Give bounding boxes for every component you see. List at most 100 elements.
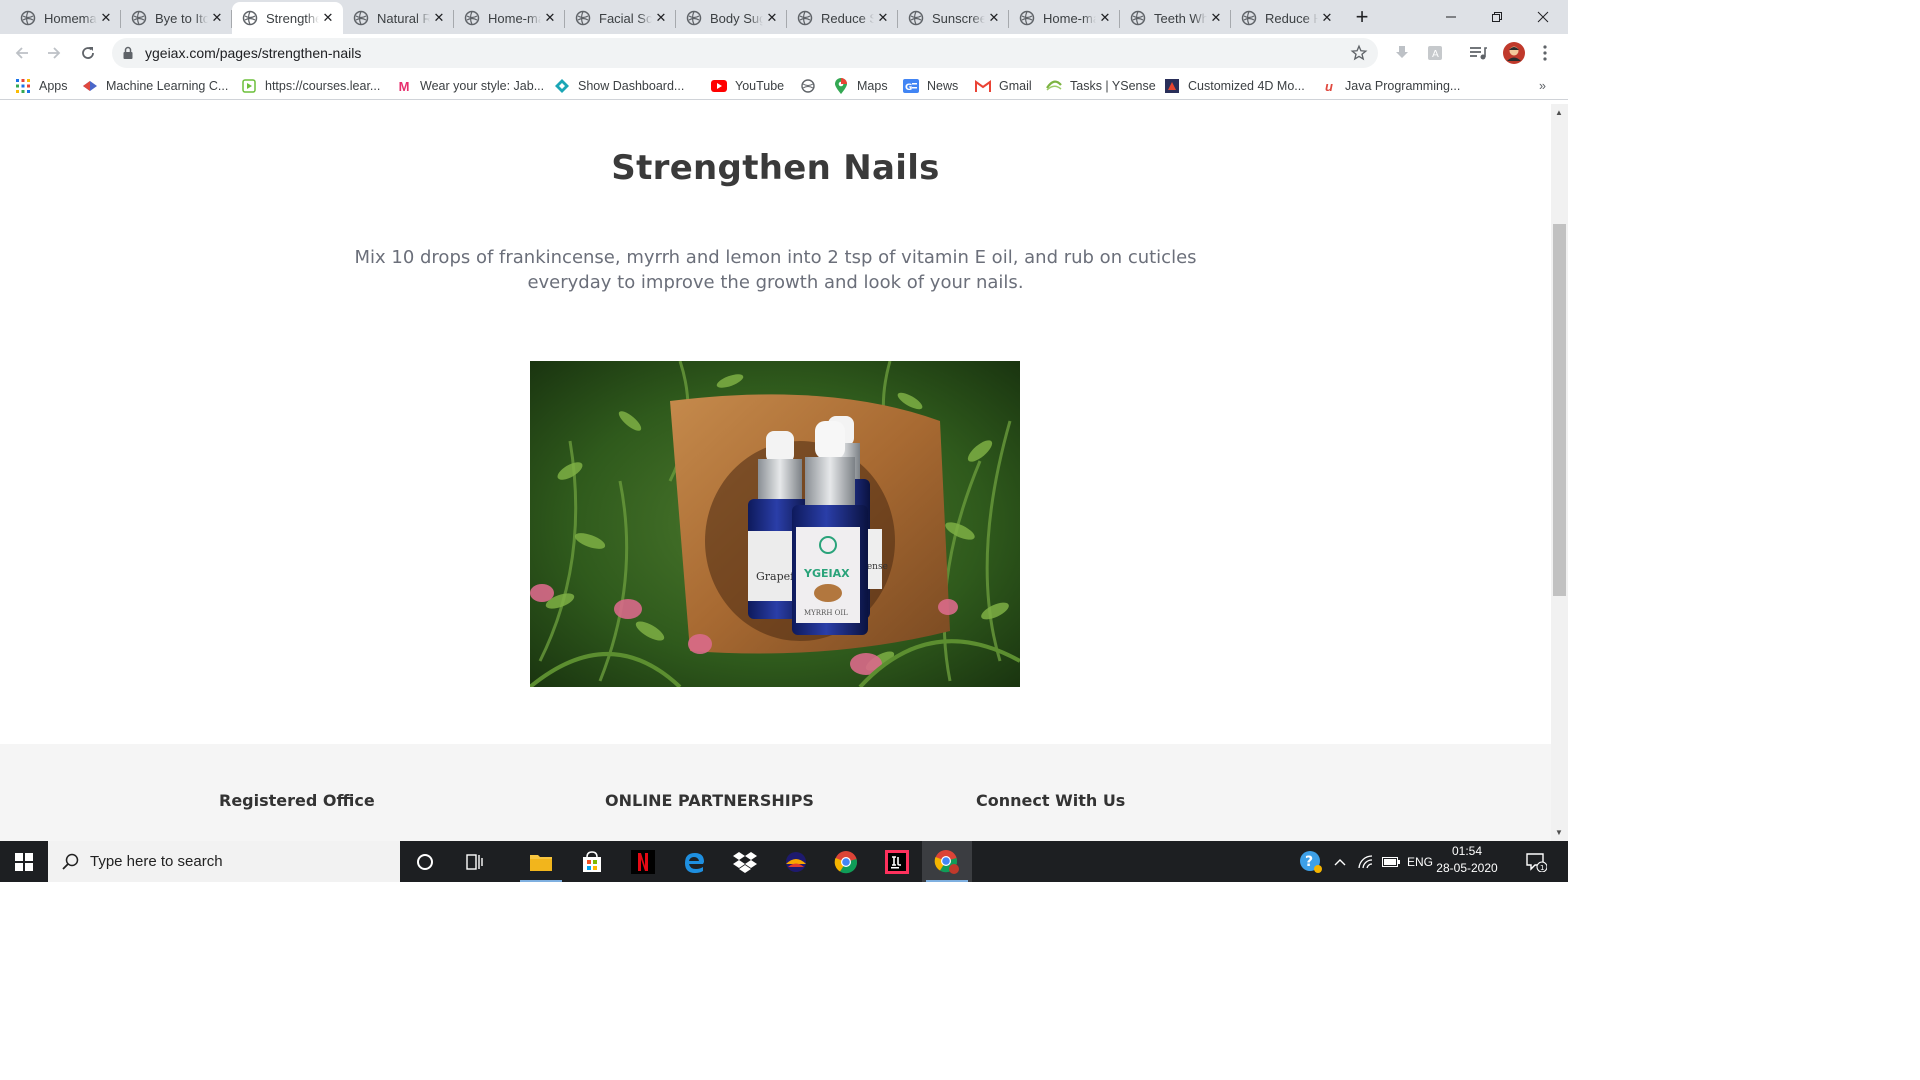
bookmark-youtube[interactable]: YouTube: [711, 77, 784, 95]
globe-icon: [242, 10, 258, 26]
close-tab-icon[interactable]: ✕: [430, 9, 448, 27]
close-window-button[interactable]: [1520, 0, 1566, 34]
youtube-icon: [711, 78, 727, 94]
chrome-taskbar[interactable]: [821, 841, 871, 882]
forward-button[interactable]: [40, 39, 68, 67]
tab-title: Reduce Scars: [821, 10, 874, 26]
restore-icon: [1492, 12, 1502, 22]
courses-icon: [241, 78, 257, 94]
scrollbar-thumb[interactable]: [1553, 224, 1566, 596]
bookmark-label: Machine Learning C...: [106, 79, 229, 93]
show-hidden-icons-chevron-icon[interactable]: [1330, 841, 1350, 882]
bookmark-myntra[interactable]: M Wear your style: Jab...: [396, 77, 545, 95]
extension-icon[interactable]: A: [1426, 44, 1444, 62]
close-tab-icon[interactable]: ✕: [319, 9, 337, 27]
file-explorer-taskbar[interactable]: [516, 841, 566, 882]
ysense-icon: [1046, 78, 1062, 94]
wifi-icon[interactable]: [1355, 841, 1377, 882]
dropbox-icon: [733, 851, 757, 873]
browser-tab[interactable]: Reduce Scars ✕: [787, 2, 898, 34]
start-button[interactable]: [0, 841, 48, 882]
chrome-profile-taskbar[interactable]: [922, 841, 972, 882]
bookmark-label: Apps: [39, 79, 68, 93]
notification-icon: 1: [1526, 852, 1547, 872]
browser-tab[interactable]: Natural Remedies ✕: [343, 2, 454, 34]
bookmark-machine-learning[interactable]: Machine Learning C...: [82, 77, 228, 95]
back-button[interactable]: [8, 39, 36, 67]
app-taskbar[interactable]: [771, 841, 821, 882]
close-tab-icon[interactable]: ✕: [208, 9, 226, 27]
action-center-button[interactable]: 1: [1518, 841, 1554, 882]
tab-title: Natural Remedies: [377, 10, 430, 26]
close-tab-icon[interactable]: ✕: [97, 9, 115, 27]
close-tab-icon[interactable]: ✕: [541, 9, 559, 27]
task-view-button[interactable]: [450, 841, 500, 882]
intellij-taskbar[interactable]: [872, 841, 922, 882]
browser-tab[interactable]: Home-made ✕: [454, 2, 565, 34]
browser-tab[interactable]: Bye to Itchy ✕: [121, 2, 232, 34]
site-footer: Registered Office ONLINE PARTNERSHIPS Co…: [0, 744, 1551, 841]
netflix-taskbar[interactable]: [618, 841, 668, 882]
close-tab-icon[interactable]: ✕: [1096, 9, 1114, 27]
intellij-icon: [885, 849, 909, 874]
bookmarks-overflow-button[interactable]: »: [1539, 77, 1546, 95]
browser-tab[interactable]: Body Sugar ✕: [676, 2, 787, 34]
globe-icon: [1130, 10, 1146, 26]
bookmark-gmail[interactable]: Gmail: [975, 77, 1032, 95]
scroll-down-icon[interactable]: ▼: [1555, 828, 1563, 837]
close-tab-icon[interactable]: ✕: [763, 9, 781, 27]
restore-button[interactable]: [1474, 0, 1520, 34]
more-menu-icon[interactable]: [1536, 44, 1554, 62]
bookmark-java[interactable]: u Java Programming...: [1321, 77, 1460, 95]
bookmark-dashboard[interactable]: Show Dashboard...: [554, 77, 684, 95]
browser-tab[interactable]: Facial Scrub ✕: [565, 2, 676, 34]
browser-tab[interactable]: Homemade ✕: [10, 2, 121, 34]
scroll-up-icon[interactable]: ▲: [1555, 108, 1563, 117]
minimize-button[interactable]: [1428, 0, 1474, 34]
bookmark-4d[interactable]: Customized 4D Mo...: [1164, 77, 1305, 95]
profile-avatar[interactable]: [1502, 41, 1526, 65]
close-tab-icon[interactable]: ✕: [985, 9, 1003, 27]
browser-tab[interactable]: Home-made ✕: [1009, 2, 1120, 34]
bookmark-star-icon[interactable]: [1350, 44, 1368, 62]
bookmark-ysense[interactable]: Tasks | YSense: [1046, 77, 1156, 95]
notification-count: 1: [1540, 864, 1544, 872]
bookmark-maps[interactable]: Maps: [833, 77, 888, 95]
browser-tab[interactable]: Teeth Whitening ✕: [1120, 2, 1231, 34]
dropbox-taskbar[interactable]: [720, 841, 770, 882]
battery-icon[interactable]: [1380, 841, 1402, 882]
close-tab-icon[interactable]: ✕: [1318, 9, 1336, 27]
address-bar[interactable]: ygeiax.com/pages/strengthen-nails: [112, 38, 1378, 68]
tab-title: Strengthen Nails: [266, 10, 319, 26]
globe-icon: [353, 10, 369, 26]
bookmark-label: Maps: [857, 79, 888, 93]
page-scrollbar[interactable]: ▲ ▼: [1551, 104, 1568, 841]
reload-button[interactable]: [74, 39, 102, 67]
bookmark-label: Java Programming...: [1345, 79, 1461, 93]
bookmark-news[interactable]: G News: [903, 77, 958, 95]
new-tab-button[interactable]: +: [1348, 4, 1376, 29]
close-tab-icon[interactable]: ✕: [874, 9, 892, 27]
apps-grid-icon: [15, 78, 31, 94]
store-taskbar[interactable]: [567, 841, 617, 882]
browser-tab[interactable]: Sunscreen ✕: [898, 2, 1009, 34]
bookmark-courses[interactable]: https://courses.lear...: [241, 77, 380, 95]
bookmark-apps[interactable]: Apps: [15, 77, 68, 95]
download-icon[interactable]: [1393, 44, 1411, 62]
url-text[interactable]: ygeiax.com/pages/strengthen-nails: [145, 45, 361, 61]
browser-tab[interactable]: Reduce Hair ✕: [1231, 2, 1342, 34]
taskbar-search[interactable]: Type here to search: [48, 841, 400, 882]
help-tray-icon[interactable]: ?: [1296, 841, 1326, 882]
edge-taskbar[interactable]: [669, 841, 719, 882]
close-tab-icon[interactable]: ✕: [1207, 9, 1225, 27]
close-tab-icon[interactable]: ✕: [652, 9, 670, 27]
cortana-button[interactable]: [400, 841, 450, 882]
media-control-icon[interactable]: [1469, 44, 1487, 62]
language-indicator[interactable]: ENG: [1404, 841, 1436, 882]
minimize-icon: [1446, 16, 1456, 18]
cortana-icon: [417, 853, 433, 870]
browser-tab-active[interactable]: Strengthen Nails ✕: [232, 2, 343, 34]
ml-icon: [82, 78, 98, 94]
system-clock[interactable]: 01:54 28-05-2020: [1436, 843, 1498, 877]
bookmark-globe[interactable]: [800, 77, 824, 95]
